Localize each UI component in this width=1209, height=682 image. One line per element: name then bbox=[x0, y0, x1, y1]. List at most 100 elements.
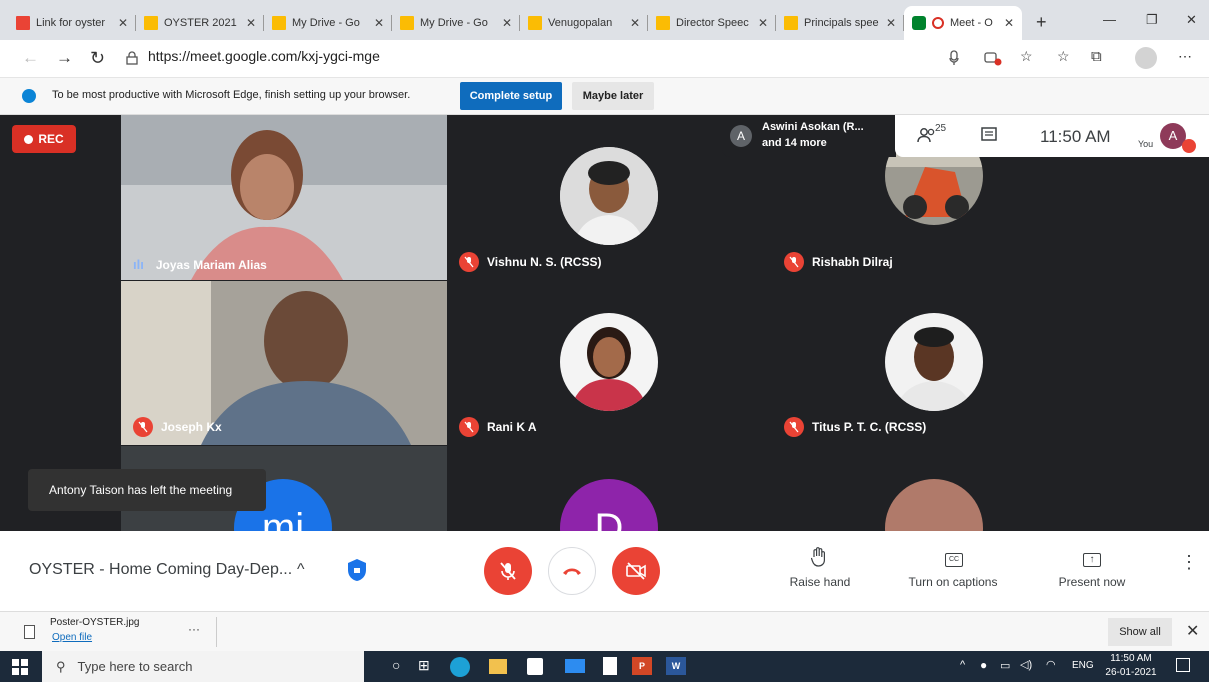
complete-setup-button[interactable]: Complete setup bbox=[460, 82, 562, 110]
drive-icon bbox=[528, 16, 542, 30]
download-file-name[interactable]: Poster-OYSTER.jpg bbox=[50, 617, 139, 628]
close-tab-icon[interactable]: ✕ bbox=[886, 16, 896, 30]
video-feed-image bbox=[121, 115, 447, 280]
store-icon[interactable] bbox=[527, 658, 543, 675]
wifi-icon[interactable]: ◠ bbox=[1046, 658, 1056, 671]
notifications-icon[interactable] bbox=[1176, 658, 1190, 672]
taskbar-search-box[interactable]: ⚲ Type here to search bbox=[42, 651, 364, 682]
browser-tab[interactable]: My Drive - Go ✕ bbox=[392, 6, 520, 40]
present-icon[interactable]: ↑ bbox=[1083, 553, 1101, 567]
back-icon[interactable]: ← bbox=[22, 48, 39, 68]
browser-tab-strip: Link for oyster ✕ OYSTER 2021 I ✕ My Drive -… bbox=[0, 0, 1209, 40]
url-field[interactable]: https://meet.google.com/kxj-ygci-mge bbox=[148, 48, 380, 64]
tab-title: My Drive - Go bbox=[420, 17, 488, 29]
tab-title: My Drive - Go bbox=[292, 17, 360, 29]
collections-icon[interactable]: ⧉ bbox=[1091, 48, 1102, 65]
notepad-icon[interactable] bbox=[603, 657, 617, 675]
close-downloads-icon[interactable]: ✕ bbox=[1186, 621, 1199, 641]
open-file-link[interactable]: Open file bbox=[52, 632, 92, 643]
present-now-label[interactable]: Present now bbox=[1052, 575, 1132, 589]
task-view-icon[interactable]: ⊞ bbox=[418, 657, 430, 674]
close-window-icon[interactable]: ✕ bbox=[1186, 12, 1197, 28]
browser-tab[interactable]: Principals spee ✕ bbox=[776, 6, 904, 40]
browser-tab[interactable]: Venugopalan ✕ bbox=[520, 6, 648, 40]
tab-title: Principals spee bbox=[804, 17, 879, 29]
close-tab-icon[interactable]: ✕ bbox=[758, 16, 768, 30]
participant-tile[interactable]: D bbox=[447, 446, 772, 531]
close-tab-icon[interactable]: ✕ bbox=[118, 16, 128, 30]
chevron-up-icon[interactable]: ^ bbox=[297, 561, 305, 579]
mic-off-icon bbox=[133, 417, 153, 437]
taskbar-date[interactable]: 26-01-2021 bbox=[1104, 667, 1158, 678]
shield-icon[interactable] bbox=[346, 558, 368, 582]
browser-tab[interactable]: Director Speec ✕ bbox=[648, 6, 776, 40]
raise-hand-label[interactable]: Raise hand bbox=[786, 575, 854, 589]
browser-tab[interactable]: Meet - O ✕ bbox=[904, 6, 1022, 40]
favorites-list-icon[interactable]: ☆ bbox=[1057, 48, 1070, 65]
edge-taskbar-icon[interactable] bbox=[450, 657, 470, 677]
show-all-button[interactable]: Show all bbox=[1108, 618, 1172, 646]
leave-call-button[interactable] bbox=[548, 547, 596, 595]
new-tab-icon[interactable]: + bbox=[1036, 12, 1047, 33]
raise-hand-icon[interactable] bbox=[810, 547, 827, 572]
camera-blocked-icon[interactable] bbox=[984, 50, 1002, 71]
cortana-icon[interactable]: ○ bbox=[392, 657, 400, 673]
language-indicator[interactable]: ENG bbox=[1072, 660, 1094, 671]
chat-icon[interactable] bbox=[981, 127, 997, 148]
participant-tile[interactable]: Rani K A bbox=[447, 281, 772, 445]
forward-icon[interactable]: → bbox=[56, 48, 73, 68]
file-explorer-icon[interactable] bbox=[489, 659, 507, 674]
close-tab-icon[interactable]: ✕ bbox=[630, 16, 640, 30]
participant-tile[interactable]: Joseph Kx bbox=[121, 281, 447, 445]
drive-icon bbox=[144, 16, 158, 30]
word-icon[interactable]: W bbox=[666, 657, 686, 675]
participant-name: Vishnu N. S. (RCSS) bbox=[459, 252, 601, 272]
minimize-icon[interactable]: — bbox=[1103, 12, 1116, 27]
tray-mic-icon[interactable]: ● bbox=[980, 658, 987, 672]
participant-tile[interactable] bbox=[772, 446, 1098, 531]
maximize-icon[interactable]: ❐ bbox=[1146, 12, 1158, 28]
participant-initials-avatar: D bbox=[560, 479, 658, 531]
people-icon[interactable] bbox=[917, 127, 937, 148]
participant-tile[interactable]: ılı Joyas Mariam Alias bbox=[121, 115, 447, 280]
participant-name: ılı Joyas Mariam Alias bbox=[133, 257, 267, 272]
meet-video-grid: ılı Joyas Mariam Alias Vishnu N. S. (RCS… bbox=[0, 115, 1209, 531]
powerpoint-icon[interactable]: P bbox=[632, 657, 652, 675]
close-tab-icon[interactable]: ✕ bbox=[246, 16, 256, 30]
download-more-icon[interactable]: ··· bbox=[188, 622, 200, 636]
captions-icon[interactable]: CC bbox=[945, 553, 963, 567]
taskbar-time[interactable]: 11:50 AM bbox=[1106, 653, 1156, 664]
browser-tab[interactable]: My Drive - Go ✕ bbox=[264, 6, 392, 40]
captions-label[interactable]: Turn on captions bbox=[898, 575, 1008, 589]
downloads-bar: Poster-OYSTER.jpg Open file ··· Show all… bbox=[0, 611, 1209, 651]
microphone-icon[interactable] bbox=[949, 50, 959, 69]
self-label: You bbox=[1138, 139, 1154, 149]
volume-icon[interactable]: ◁) bbox=[1020, 658, 1032, 671]
profile-avatar[interactable] bbox=[1135, 47, 1157, 69]
battery-icon[interactable]: ▭ bbox=[1000, 659, 1010, 672]
camera-toggle-button[interactable] bbox=[612, 547, 660, 595]
more-participants-text: and 14 more bbox=[762, 137, 827, 149]
mic-toggle-button[interactable] bbox=[484, 547, 532, 595]
close-tab-icon[interactable]: ✕ bbox=[1004, 16, 1014, 30]
close-tab-icon[interactable]: ✕ bbox=[502, 16, 512, 30]
record-dot-icon bbox=[24, 134, 34, 144]
mail-icon[interactable] bbox=[565, 659, 585, 673]
participant-tile[interactable]: Titus P. T. C. (RCSS) bbox=[772, 281, 1098, 445]
close-tab-icon[interactable]: ✕ bbox=[374, 16, 384, 30]
gmail-icon bbox=[16, 16, 30, 30]
participant-avatar: A bbox=[730, 125, 752, 147]
more-options-icon[interactable]: ⋮ bbox=[1180, 553, 1198, 571]
more-menu-icon[interactable]: ⋯ bbox=[1178, 48, 1192, 65]
browser-tab[interactable]: Link for oyster ✕ bbox=[8, 6, 136, 40]
windows-start-icon[interactable] bbox=[12, 659, 28, 680]
participants-preview[interactable]: A Aswini Asokan (R... and 14 more bbox=[722, 115, 896, 157]
maybe-later-button[interactable]: Maybe later bbox=[572, 82, 654, 110]
tray-chevron-icon[interactable]: ^ bbox=[960, 659, 965, 671]
refresh-icon[interactable]: ↻ bbox=[90, 48, 105, 69]
favorite-star-icon[interactable]: ☆ bbox=[1020, 48, 1033, 65]
tab-title: Director Speec bbox=[676, 17, 749, 29]
meeting-title[interactable]: OYSTER - Home Coming Day-Dep... bbox=[29, 561, 292, 579]
browser-tab[interactable]: OYSTER 2021 I ✕ bbox=[136, 6, 264, 40]
lock-icon[interactable] bbox=[126, 50, 138, 70]
